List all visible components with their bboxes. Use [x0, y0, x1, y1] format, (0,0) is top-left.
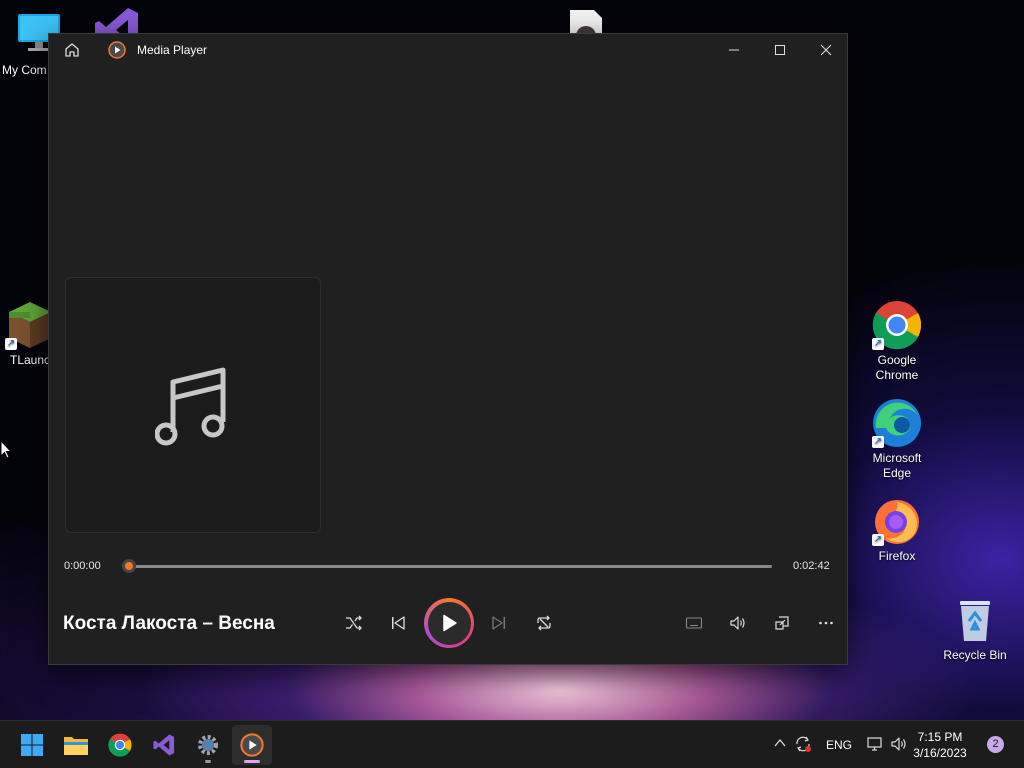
desktop-icon-label: Firefox [878, 549, 916, 563]
mouse-cursor-icon [0, 439, 13, 465]
home-icon[interactable] [63, 41, 81, 59]
miniplayer-icon [685, 617, 703, 629]
chrome-icon [108, 733, 132, 757]
window-title: Media Player [137, 43, 208, 57]
visual-studio-icon [92, 5, 142, 35]
total-duration: 0:02:42 [793, 560, 830, 572]
edge-icon: ↗ [872, 398, 922, 448]
network-icon[interactable] [866, 735, 884, 756]
cast-button[interactable] [767, 608, 797, 638]
clock-time: 7:15 PM [917, 730, 963, 744]
track-title: Коста Лакоста – Весна [63, 613, 275, 634]
play-button[interactable] [424, 598, 474, 648]
music-note-icon [155, 367, 226, 446]
more-options-button[interactable] [811, 608, 841, 638]
shortcut-arrow-icon: ↗ [872, 338, 884, 350]
notification-badge[interactable]: 2 [987, 736, 1004, 753]
previous-icon [392, 616, 405, 630]
taskbar-visual-studio[interactable] [144, 725, 184, 765]
close-icon [820, 44, 832, 56]
taskbar: ENG 7:15 PM 3/16/2023 2 [0, 720, 1024, 768]
sync-status-icon[interactable] [794, 735, 812, 756]
language-indicator[interactable]: ENG [826, 738, 852, 752]
active-indicator [244, 760, 260, 763]
shortcut-arrow-icon: ↗ [5, 338, 17, 350]
elapsed-time: 0:00:00 [64, 560, 101, 572]
taskbar-settings[interactable] [188, 725, 228, 765]
next-icon [492, 616, 505, 630]
running-indicator [205, 760, 211, 763]
chevron-up-icon [774, 738, 786, 747]
taskbar-media-player[interactable] [232, 725, 272, 765]
taskbar-chrome[interactable] [100, 725, 140, 765]
maximize-button[interactable] [757, 34, 803, 66]
taskbar-file-explorer[interactable] [56, 725, 96, 765]
desktop-icon-label: Recycle Bin [943, 648, 1007, 662]
desktop-icon-google-chrome[interactable]: ↗ Google Chrome [857, 300, 937, 383]
close-button[interactable] [803, 34, 849, 66]
volume-button[interactable] [723, 608, 753, 638]
visual-studio-icon [153, 734, 175, 756]
shuffle-button[interactable] [339, 608, 369, 638]
repeat-button[interactable] [529, 608, 559, 638]
start-icon [21, 734, 43, 756]
clock[interactable]: 7:15 PM 3/16/2023 [910, 729, 970, 761]
show-hidden-icons-button[interactable] [773, 736, 787, 753]
play-icon [443, 614, 457, 632]
desktop-icon-media-file[interactable] [545, 8, 625, 34]
repeat-icon [537, 615, 551, 631]
media-player-app-icon [108, 41, 126, 59]
miniplayer-button[interactable] [679, 608, 709, 638]
shortcut-arrow-icon: ↗ [872, 436, 884, 448]
minimize-icon [729, 49, 739, 51]
shuffle-icon [346, 615, 362, 631]
clock-date: 3/16/2023 [913, 746, 967, 760]
start-button[interactable] [12, 725, 52, 765]
chrome-icon: ↗ [872, 300, 922, 350]
seek-bar[interactable] [122, 559, 772, 573]
media-player-window: Media Player 0:00:00 0:02:42 Коста Лакос… [48, 33, 848, 665]
volume-icon [730, 616, 745, 630]
desktop-icon-microsoft-edge[interactable]: ↗ Microsoft Edge [857, 398, 937, 481]
album-art [65, 277, 321, 533]
desktop-icon-label: Microsoft Edge [872, 451, 922, 480]
recycle-bin-icon [950, 595, 1000, 645]
firefox-icon: ↗ [872, 496, 922, 546]
media-file-icon [560, 8, 610, 34]
desktop-icon-visual-studio[interactable] [77, 5, 157, 35]
file-explorer-icon [64, 737, 88, 755]
minimize-button[interactable] [711, 34, 757, 66]
settings-icon [198, 735, 218, 755]
desktop-icon-recycle-bin[interactable]: Recycle Bin [935, 595, 1015, 663]
seek-thumb[interactable] [122, 559, 136, 573]
desktop-icon-label: Google Chrome [875, 353, 919, 382]
media-player-icon [240, 733, 264, 757]
previous-button[interactable] [383, 608, 413, 638]
desktop-icon-firefox[interactable]: ↗ Firefox [857, 496, 937, 564]
cast-icon [775, 616, 789, 630]
title-bar[interactable]: Media Player [49, 34, 847, 66]
more-icon [819, 621, 833, 625]
shortcut-arrow-icon: ↗ [872, 534, 884, 546]
next-button[interactable] [484, 608, 514, 638]
volume-tray-icon[interactable] [890, 735, 908, 756]
maximize-icon [775, 45, 785, 55]
